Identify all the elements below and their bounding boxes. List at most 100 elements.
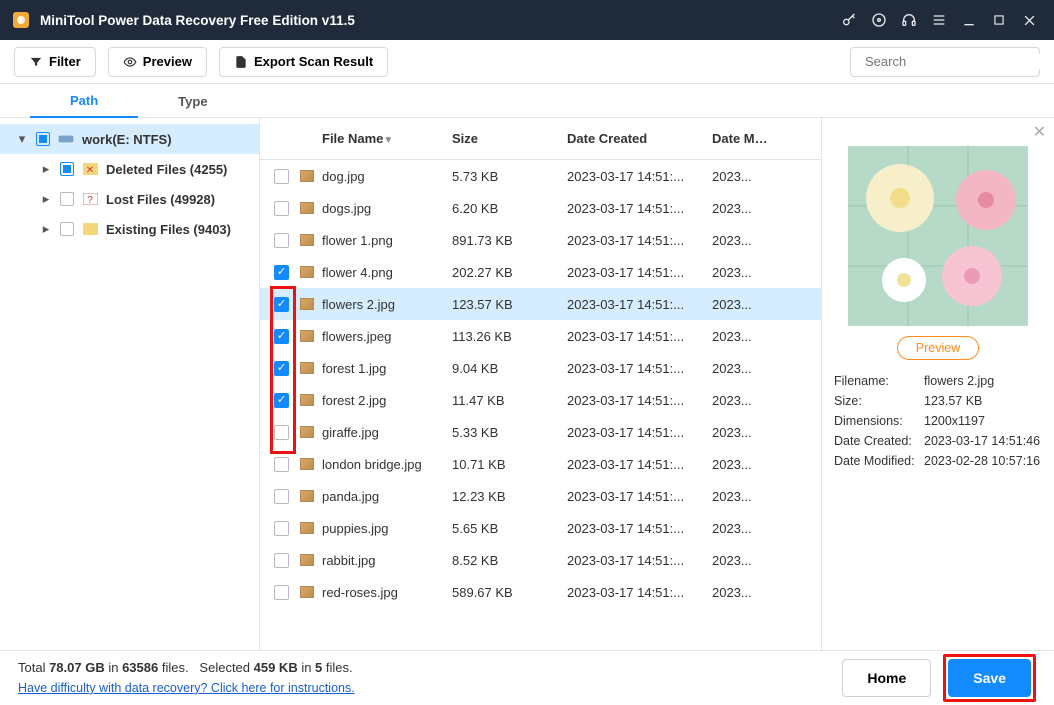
file-row[interactable]: red-roses.jpg589.67 KB2023-03-17 14:51:.… — [260, 576, 821, 608]
file-modified: 2023... — [712, 457, 772, 472]
preview-button[interactable]: Preview — [108, 47, 207, 77]
file-modified: 2023... — [712, 169, 772, 184]
col-created[interactable]: Date Created — [567, 131, 712, 146]
file-row[interactable]: flowers 2.jpg123.57 KB2023-03-17 14:51:.… — [260, 288, 821, 320]
file-checkbox[interactable] — [274, 457, 289, 472]
image-file-icon — [300, 458, 322, 470]
image-file-icon — [300, 586, 322, 598]
file-created: 2023-03-17 14:51:... — [567, 265, 712, 280]
checkbox-indeterminate[interactable] — [60, 162, 74, 176]
file-created: 2023-03-17 14:51:... — [567, 425, 712, 440]
file-name: puppies.jpg — [322, 521, 452, 536]
file-checkbox[interactable] — [274, 169, 289, 184]
file-name: london bridge.jpg — [322, 457, 452, 472]
close-icon[interactable] — [1014, 5, 1044, 35]
file-size: 202.27 KB — [452, 265, 567, 280]
file-row[interactable]: giraffe.jpg5.33 KB2023-03-17 14:51:...20… — [260, 416, 821, 448]
tree-existing[interactable]: ▸ Existing Files (9403) — [0, 214, 259, 244]
file-checkbox[interactable] — [274, 265, 289, 280]
file-row[interactable]: flower 4.png202.27 KB2023-03-17 14:51:..… — [260, 256, 821, 288]
tree-root[interactable]: ▾ work(E: NTFS) — [0, 124, 259, 154]
col-size[interactable]: Size — [452, 131, 567, 146]
disc-icon[interactable] — [864, 5, 894, 35]
file-name: flower 1.png — [322, 233, 452, 248]
file-modified: 2023... — [712, 521, 772, 536]
maximize-icon[interactable] — [984, 5, 1014, 35]
file-row[interactable]: forest 1.jpg9.04 KB2023-03-17 14:51:...2… — [260, 352, 821, 384]
checkbox-empty[interactable] — [60, 222, 74, 236]
tree-deleted-label: Deleted Files (4255) — [106, 162, 227, 177]
file-size: 12.23 KB — [452, 489, 567, 504]
file-checkbox[interactable] — [274, 425, 289, 440]
file-list[interactable]: File Name▼ Size Date Created Date Modif … — [260, 118, 821, 650]
filter-label: Filter — [49, 54, 81, 69]
drive-icon — [58, 133, 74, 145]
file-modified: 2023... — [712, 201, 772, 216]
checkbox-empty[interactable] — [60, 192, 74, 206]
file-created: 2023-03-17 14:51:... — [567, 201, 712, 216]
file-checkbox[interactable] — [274, 233, 289, 248]
file-size: 5.73 KB — [452, 169, 567, 184]
save-button[interactable]: Save — [948, 659, 1031, 697]
search-input[interactable] — [865, 54, 1041, 69]
file-row[interactable]: dogs.jpg6.20 KB2023-03-17 14:51:...2023.… — [260, 192, 821, 224]
file-checkbox[interactable] — [274, 361, 289, 376]
file-created: 2023-03-17 14:51:... — [567, 169, 712, 184]
file-name: dogs.jpg — [322, 201, 452, 216]
file-name: flower 4.png — [322, 265, 452, 280]
file-checkbox[interactable] — [274, 585, 289, 600]
search-input-wrapper[interactable] — [850, 47, 1040, 77]
menu-icon[interactable] — [924, 5, 954, 35]
key-icon[interactable] — [834, 5, 864, 35]
home-button[interactable]: Home — [842, 659, 931, 697]
col-filename[interactable]: File Name▼ — [322, 131, 452, 146]
tree-lost-label: Lost Files (49928) — [106, 192, 215, 207]
minimize-icon[interactable] — [954, 5, 984, 35]
file-created: 2023-03-17 14:51:... — [567, 521, 712, 536]
meta-dim: 1200x1197 — [924, 414, 1042, 428]
file-checkbox[interactable] — [274, 489, 289, 504]
file-checkbox[interactable] — [274, 201, 289, 216]
file-modified: 2023... — [712, 425, 772, 440]
help-link[interactable]: Have difficulty with data recovery? Clic… — [18, 681, 355, 695]
sort-desc-icon: ▼ — [383, 135, 393, 146]
file-size: 113.26 KB — [452, 329, 567, 344]
file-row[interactable]: dog.jpg5.73 KB2023-03-17 14:51:...2023..… — [260, 160, 821, 192]
file-checkbox[interactable] — [274, 329, 289, 344]
file-row[interactable]: flower 1.png891.73 KB2023-03-17 14:51:..… — [260, 224, 821, 256]
file-row[interactable]: puppies.jpg5.65 KB2023-03-17 14:51:...20… — [260, 512, 821, 544]
file-row[interactable]: london bridge.jpg10.71 KB2023-03-17 14:5… — [260, 448, 821, 480]
file-modified: 2023... — [712, 265, 772, 280]
file-checkbox[interactable] — [274, 553, 289, 568]
tree-deleted[interactable]: ▸ ✕ Deleted Files (4255) — [0, 154, 259, 184]
file-checkbox[interactable] — [274, 297, 289, 312]
file-list-header: File Name▼ Size Date Created Date Modif — [260, 118, 821, 160]
image-file-icon — [300, 266, 322, 278]
headphones-icon[interactable] — [894, 5, 924, 35]
file-row[interactable]: panda.jpg12.23 KB2023-03-17 14:51:...202… — [260, 480, 821, 512]
file-checkbox[interactable] — [274, 521, 289, 536]
annotation-save-highlight: Save — [943, 654, 1036, 702]
file-modified: 2023... — [712, 553, 772, 568]
file-row[interactable]: rabbit.jpg8.52 KB2023-03-17 14:51:...202… — [260, 544, 821, 576]
file-created: 2023-03-17 14:51:... — [567, 585, 712, 600]
checkbox-indeterminate[interactable] — [36, 132, 50, 146]
preview-open-button[interactable]: Preview — [897, 336, 979, 360]
file-size: 11.47 KB — [452, 393, 567, 408]
preview-thumbnail — [848, 146, 1028, 326]
file-created: 2023-03-17 14:51:... — [567, 361, 712, 376]
file-name: forest 1.jpg — [322, 361, 452, 376]
filter-button[interactable]: Filter — [14, 47, 96, 77]
file-row[interactable]: forest 2.jpg11.47 KB2023-03-17 14:51:...… — [260, 384, 821, 416]
col-modified[interactable]: Date Modif — [712, 131, 772, 146]
tab-type[interactable]: Type — [138, 84, 247, 118]
tree-lost[interactable]: ▸ ? Lost Files (49928) — [0, 184, 259, 214]
file-checkbox[interactable] — [274, 393, 289, 408]
export-button[interactable]: Export Scan Result — [219, 47, 388, 77]
file-row[interactable]: flowers.jpeg113.26 KB2023-03-17 14:51:..… — [260, 320, 821, 352]
close-preview-icon[interactable]: ✕ — [1033, 122, 1046, 142]
file-modified: 2023... — [712, 361, 772, 376]
file-name: panda.jpg — [322, 489, 452, 504]
tab-path[interactable]: Path — [30, 84, 138, 118]
image-file-icon — [300, 426, 322, 438]
